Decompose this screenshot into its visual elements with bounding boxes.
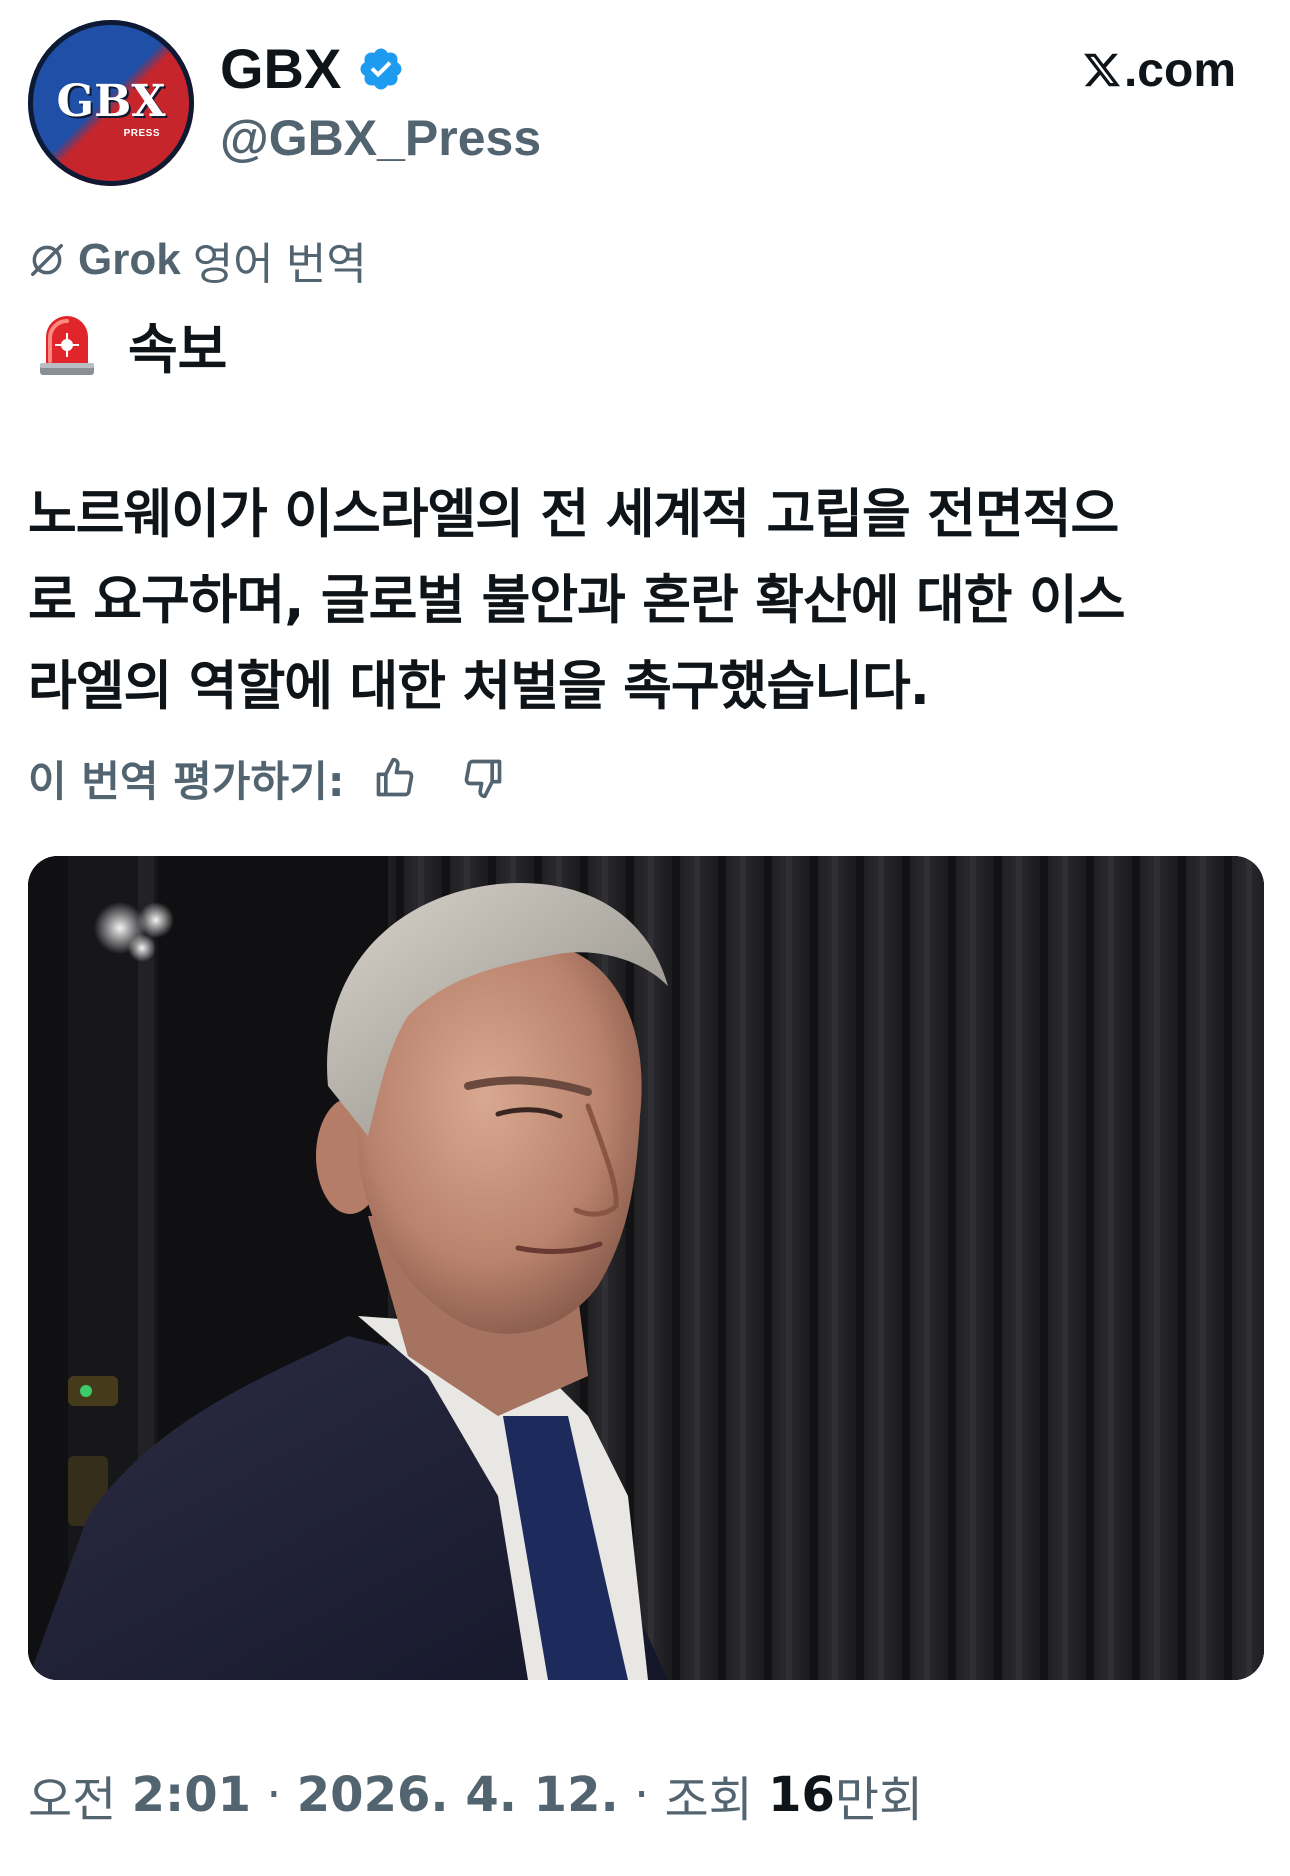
post-body: 노르웨이가 이스라엘의 전 세계적 고립을 전면적으 로 요구하며, 글로벌 불…	[28, 472, 1258, 730]
post-body-line: 라엘의 역할에 대한 처벌을 촉구했습니다.	[28, 656, 930, 717]
thumbs-down-icon[interactable]	[461, 756, 505, 800]
post-photo[interactable]	[28, 856, 1264, 1680]
rate-translation-label: 이 번역 평가하기:	[28, 756, 345, 806]
x-logo-icon	[1084, 53, 1121, 87]
watermark-text: .com	[1123, 44, 1236, 97]
author-handle[interactable]: @GBX_Press	[220, 105, 541, 171]
views-label: 조회	[664, 1772, 753, 1828]
verified-badge-icon[interactable]	[357, 45, 405, 93]
post-page: GBX PRESS GBX @GBX_Press .com Grok 영어 번역	[0, 0, 1290, 1876]
post-ampm: 오전	[28, 1772, 117, 1828]
siren-icon	[40, 316, 94, 375]
post-meta: 오전 2:01 · 2026. 4. 12. · 조회 16 만회	[28, 1760, 923, 1830]
breaking-label: 속보	[128, 317, 228, 381]
avatar-logo-text: GBX	[56, 76, 166, 127]
meta-separator: ·	[633, 1767, 650, 1823]
author-name-row: GBX	[220, 34, 405, 104]
translation-language: 영어 번역	[192, 240, 367, 289]
post-body-line: 로 요구하며, 글로벌 불안과 혼란 확산에 대한 이스	[28, 570, 1126, 631]
views-unit: 만회	[834, 1772, 924, 1828]
translation-label: Grok 영어 번역	[28, 232, 367, 289]
post-time[interactable]: 2:01	[132, 1767, 251, 1823]
avatar[interactable]: GBX PRESS	[28, 20, 194, 186]
author-display-name[interactable]: GBX	[220, 34, 341, 104]
thumbs-up-icon[interactable]	[373, 756, 417, 800]
x-com-watermark: .com	[1082, 40, 1236, 102]
grok-brand: Grok	[78, 235, 181, 284]
grok-icon	[31, 244, 63, 276]
breaking-line: 속보	[36, 308, 227, 381]
views-count[interactable]: 16	[768, 1767, 835, 1823]
post-date[interactable]: 2026. 4. 12.	[297, 1767, 619, 1823]
avatar-logo-subtext: PRESS	[123, 128, 160, 139]
meta-separator: ·	[266, 1767, 282, 1823]
rate-translation-row: 이 번역 평가하기:	[28, 748, 505, 808]
photo-illustration	[28, 856, 1264, 1680]
post-body-line: 노르웨이가 이스라엘의 전 세계적 고립을 전면적으	[28, 484, 1119, 545]
